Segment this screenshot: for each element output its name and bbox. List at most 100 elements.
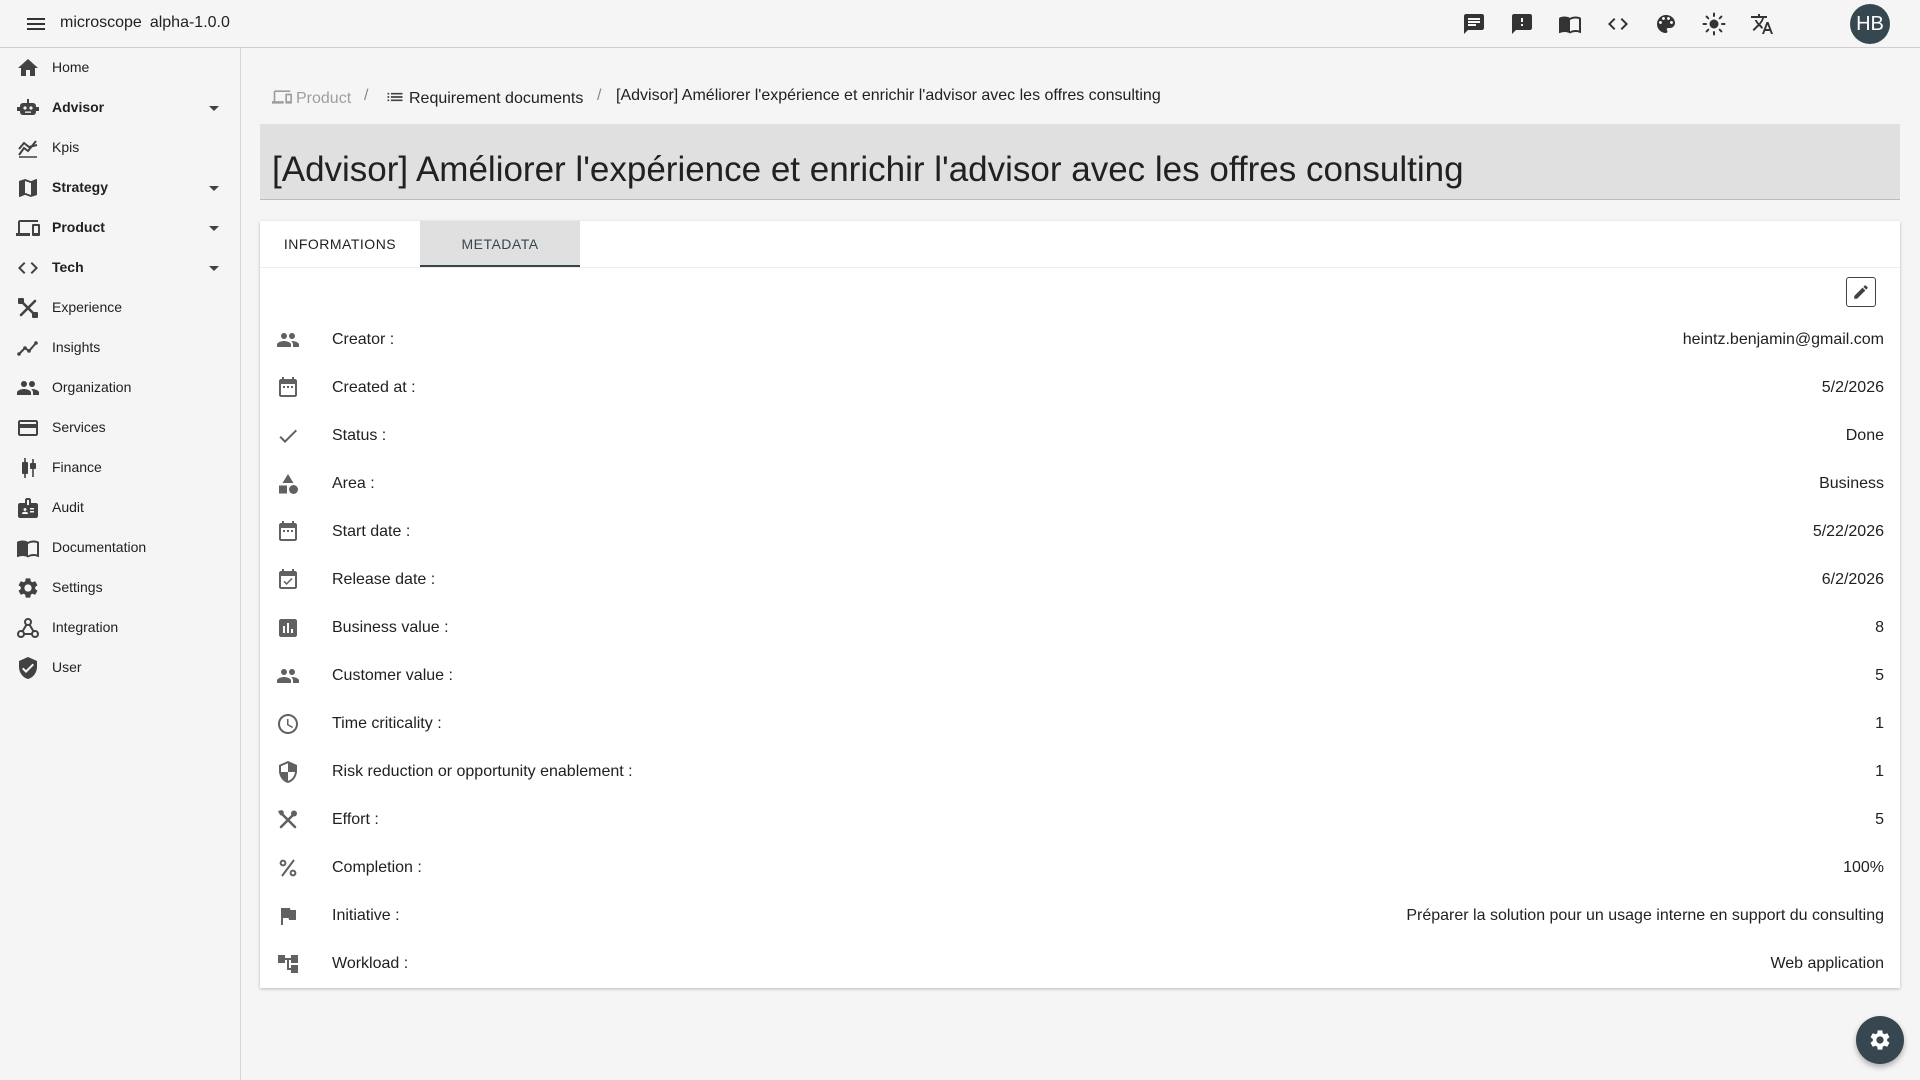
devices-icon	[272, 87, 292, 107]
sidebar-item-label: Audit	[52, 499, 84, 515]
metadata-row-initiative: Initiative : Préparer la solution pour u…	[260, 892, 1900, 940]
metadata-value: heintz.benjamin@gmail.com	[1682, 331, 1884, 348]
sidebar-item-label: Home	[52, 59, 90, 75]
metadata-value: 1	[1875, 715, 1884, 732]
edit-button[interactable]	[1846, 277, 1876, 307]
menu-book-icon	[16, 536, 40, 560]
clock-icon	[276, 712, 300, 736]
settings-fab-button[interactable]	[1856, 1016, 1904, 1064]
metadata-row-time-criticality: Time criticality : 1	[260, 700, 1900, 748]
metadata-row-effort: Effort : 5	[260, 796, 1900, 844]
metadata-label: Effort :	[332, 811, 379, 828]
sidebar-item-insights[interactable]: Insights	[0, 328, 240, 368]
sidebar-item-label: Strategy	[52, 179, 109, 195]
card-icon	[16, 416, 40, 440]
app-name: microscope	[60, 14, 142, 31]
sidebar-item-label: Tech	[52, 259, 84, 275]
metadata-label: Creator :	[332, 331, 395, 348]
metadata-value: 100%	[1843, 859, 1884, 876]
hamburger-menu-icon[interactable]	[24, 12, 48, 36]
chevron-down-icon[interactable]	[202, 216, 226, 240]
sidebar-item-experience[interactable]: Experience	[0, 288, 240, 328]
code-icon	[16, 256, 40, 280]
metadata-value: 1	[1875, 763, 1884, 780]
pencil-icon	[1854, 285, 1868, 299]
chevron-down-icon[interactable]	[202, 256, 226, 280]
palette-icon[interactable]	[1654, 12, 1678, 36]
avatar[interactable]: HB	[1850, 4, 1890, 44]
metadata-row-status: Status : Done	[260, 412, 1900, 460]
metadata-label: Release date :	[332, 571, 436, 588]
app-version: alpha-1.0.0	[149, 14, 230, 31]
people-icon	[276, 664, 300, 688]
chevron-down-icon[interactable]	[202, 96, 226, 120]
metadata-label: Completion :	[332, 859, 422, 876]
chat-icon[interactable]	[1462, 12, 1486, 36]
metadata-row-start-date: Start date : 5/22/2026	[260, 508, 1900, 556]
page-title: [Advisor] Améliorer l'expérience et enri…	[272, 150, 1464, 189]
people-icon	[276, 328, 300, 352]
sidebar-item-user[interactable]: User	[0, 648, 240, 688]
sidebar-item-tech[interactable]: Tech	[0, 248, 240, 288]
map-icon	[16, 176, 40, 200]
tabs-divider	[260, 267, 1900, 268]
sidebar-item-finance[interactable]: Finance	[0, 448, 240, 488]
sidebar-item-label: Experience	[52, 299, 123, 315]
sidebar-item-settings[interactable]: Settings	[0, 568, 240, 608]
account-tree-icon	[276, 952, 300, 976]
sidebar-item-label: Product	[52, 219, 105, 235]
sidebar-item-integration[interactable]: Integration	[0, 608, 240, 648]
breadcrumb-label: Product	[296, 90, 352, 107]
metadata-label: Start date :	[332, 523, 411, 540]
sidebar-item-strategy[interactable]: Strategy	[0, 168, 240, 208]
tab-informations[interactable]: INFORMATIONS	[260, 221, 420, 267]
metadata-row-customer-value: Customer value : 5	[260, 652, 1900, 700]
breadcrumb-label: [Advisor] Améliorer l'expérience et enri…	[616, 87, 1161, 104]
insights-icon	[16, 336, 40, 360]
kpi-chart-icon	[16, 136, 40, 160]
tab-metadata[interactable]: METADATA	[420, 221, 580, 267]
metadata-value: 5	[1875, 667, 1884, 684]
sidebar-item-audit[interactable]: Audit	[0, 488, 240, 528]
metadata-label: Workload :	[332, 955, 409, 972]
docs-book-icon[interactable]	[1558, 12, 1582, 36]
metadata-label: Created at :	[332, 379, 416, 396]
webhook-icon	[16, 616, 40, 640]
translate-icon[interactable]	[1750, 12, 1774, 36]
metadata-row-area: Area : Business	[260, 460, 1900, 508]
metadata-value: 5	[1875, 811, 1884, 828]
metadata-label: Customer value :	[332, 667, 453, 684]
robot-icon	[16, 96, 40, 120]
brightness-icon[interactable]	[1702, 12, 1726, 36]
page-header: [Advisor] Améliorer l'expérience et enri…	[260, 124, 1900, 200]
sidebar-item-label: Advisor	[52, 99, 105, 115]
calendar-icon	[276, 376, 300, 400]
sidebar-item-label: Organization	[52, 379, 132, 395]
metadata-value: Business	[1819, 475, 1884, 492]
chevron-down-icon[interactable]	[202, 176, 226, 200]
sidebar-item-services[interactable]: Services	[0, 408, 240, 448]
sidebar-item-home[interactable]: Home	[0, 48, 240, 88]
check-icon	[276, 424, 300, 448]
metadata-row-release-date: Release date : 6/2/2026	[260, 556, 1900, 604]
breadcrumb-label: Requirement documents	[409, 90, 584, 107]
sidebar-item-organization[interactable]: Organization	[0, 368, 240, 408]
design-tools-icon	[16, 296, 40, 320]
sidebar-item-documentation[interactable]: Documentation	[0, 528, 240, 568]
badge-icon	[16, 496, 40, 520]
metadata-value: Done	[1845, 427, 1884, 444]
sidebar-item-label: Finance	[52, 459, 102, 475]
breadcrumb-separator: /	[364, 87, 369, 104]
sidebar-item-advisor[interactable]: Advisor	[0, 88, 240, 128]
breadcrumb-item-requirement-documents[interactable]: Requirement documents	[385, 87, 583, 108]
code-icon[interactable]	[1606, 12, 1630, 36]
home-icon	[16, 56, 40, 80]
breadcrumb-item-product[interactable]: Product	[272, 87, 351, 108]
feedback-icon[interactable]	[1510, 12, 1534, 36]
sidebar-item-kpis[interactable]: Kpis	[0, 128, 240, 168]
sidebar-item-product[interactable]: Product	[0, 208, 240, 248]
sidebar-item-label: Kpis	[52, 139, 80, 155]
top-actions	[1462, 12, 1774, 36]
gear-icon	[16, 576, 40, 600]
breadcrumb-separator: /	[597, 87, 602, 104]
